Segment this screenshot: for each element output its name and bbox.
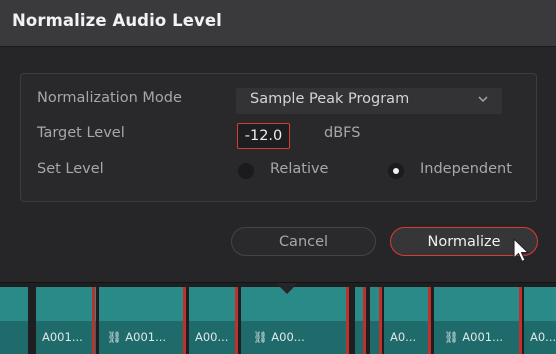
normalization-mode-label: Normalization Mode xyxy=(37,90,182,106)
target-level-label: Target Level xyxy=(37,125,125,141)
clip-boundary-marker xyxy=(363,287,366,354)
clip-boundary-marker xyxy=(519,287,522,354)
normalize-audio-dialog: Normalize Audio Level Normalization Mode… xyxy=(0,0,556,283)
timeline-clip[interactable]: A00... xyxy=(189,287,237,354)
set-level-label: Set Level xyxy=(37,161,104,177)
target-level-unit: dBFS xyxy=(324,125,361,141)
target-level-input[interactable]: -12.0 xyxy=(237,123,290,149)
clip-name: A001... xyxy=(42,330,83,344)
clip-name: A00... xyxy=(195,330,229,344)
clip-boundary-marker xyxy=(92,287,95,354)
link-icon: ⛓ xyxy=(253,330,272,344)
cancel-button[interactable]: Cancel xyxy=(231,227,376,256)
clip-name: ⛓ A001... xyxy=(444,330,504,344)
link-icon: ⛓ xyxy=(107,330,126,344)
link-icon: ⛓ xyxy=(444,330,463,344)
settings-panel: Normalization Mode Sample Peak Program T… xyxy=(20,73,537,202)
mouse-pointer-icon xyxy=(513,238,529,263)
timeline-clip[interactable]: ⛓ A001... xyxy=(99,287,183,354)
timeline-clip[interactable]: ⛓ A00... xyxy=(241,287,346,354)
normalization-mode-value: Sample Peak Program xyxy=(250,91,410,107)
chevron-down-icon xyxy=(478,96,488,103)
clip-name: ⛓ A00... xyxy=(253,330,305,344)
dialog-titlebar: Normalize Audio Level xyxy=(0,0,556,47)
timeline-clip[interactable] xyxy=(355,287,363,354)
clip-name: ⛓ A001... xyxy=(107,330,167,344)
clip-name: A0... xyxy=(530,330,556,344)
relative-radio[interactable] xyxy=(238,163,254,179)
timeline-clip[interactable]: A0... xyxy=(384,287,428,354)
timeline-clip[interactable] xyxy=(0,287,28,354)
clip-boundary-marker xyxy=(235,287,238,354)
clip-name: A0... xyxy=(390,330,417,344)
dialog-title: Normalize Audio Level xyxy=(12,11,222,30)
timeline-clip[interactable]: A0... xyxy=(524,287,556,354)
timeline-clip[interactable]: ⛓ A001... xyxy=(434,287,520,354)
normalization-mode-select[interactable]: Sample Peak Program xyxy=(236,88,502,114)
relative-radio-label[interactable]: Relative xyxy=(270,161,328,177)
independent-radio[interactable] xyxy=(388,163,404,179)
clip-boundary-marker xyxy=(428,287,431,354)
independent-radio-label[interactable]: Independent xyxy=(420,161,512,177)
playhead-marker xyxy=(276,283,298,294)
clip-boundary-marker xyxy=(183,287,186,354)
clip-boundary-marker xyxy=(346,287,349,354)
clip-boundary-marker xyxy=(379,287,382,354)
timeline-clip[interactable]: A001... xyxy=(36,287,96,354)
